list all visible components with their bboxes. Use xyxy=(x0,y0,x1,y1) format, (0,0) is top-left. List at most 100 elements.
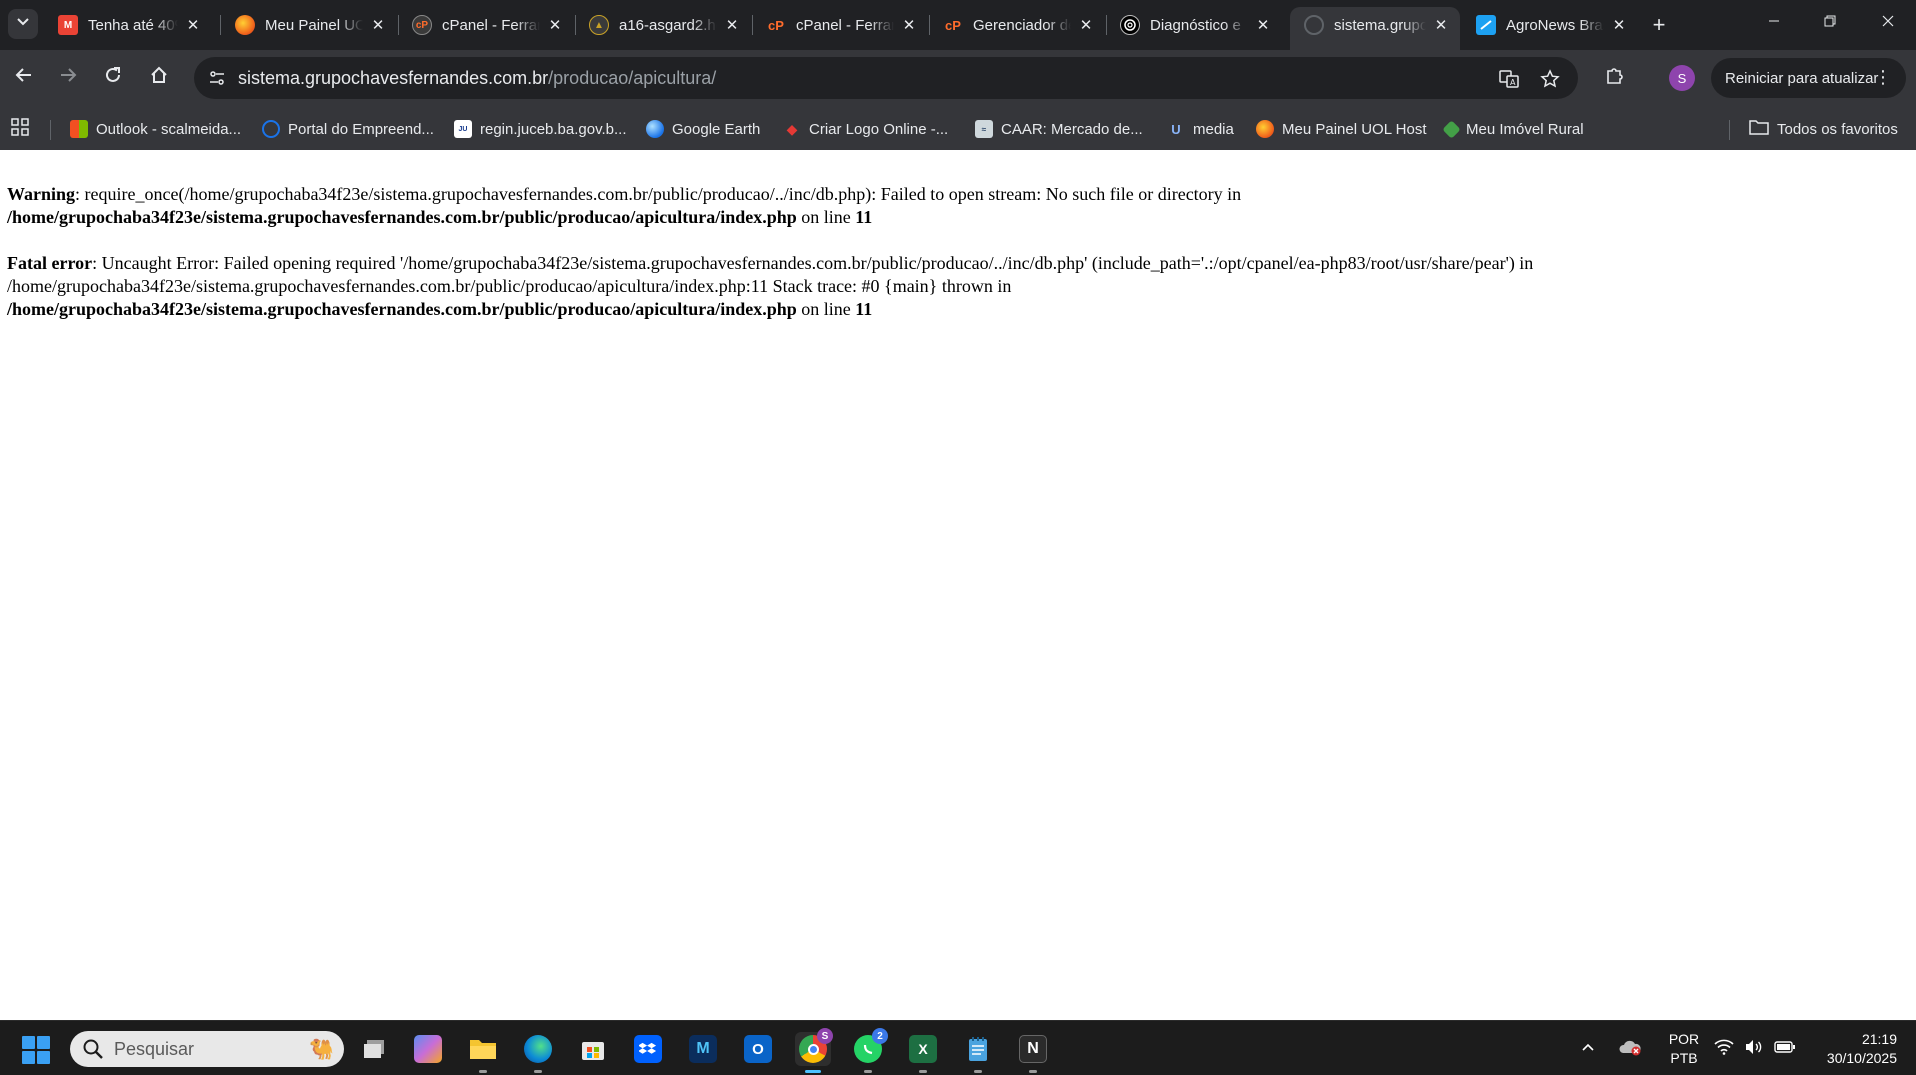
all-bookmarks-button[interactable]: Todos os favoritos xyxy=(1749,117,1898,141)
openai-icon xyxy=(1120,15,1140,35)
restart-to-update-button[interactable]: Reiniciar para atualizar ⋮ xyxy=(1711,58,1906,98)
bookmark-label: regin.juceb.ba.gov.b... xyxy=(480,120,627,138)
notion-button[interactable]: N xyxy=(1015,1032,1051,1073)
bookmark-label: Meu Painel UOL Host xyxy=(1282,120,1427,138)
close-icon[interactable]: ✕ xyxy=(369,16,387,34)
clock-date: 30/10/2025 xyxy=(1826,1050,1897,1066)
edge-button[interactable] xyxy=(520,1032,556,1073)
close-icon[interactable]: ✕ xyxy=(184,16,202,34)
bookmark-google-earth[interactable]: Google Earth xyxy=(646,117,760,141)
all-bookmarks-label: Todos os favoritos xyxy=(1777,120,1898,138)
close-icon[interactable]: ✕ xyxy=(1432,16,1450,34)
tab-cpanel-1[interactable]: cP cPanel - Ferramentas ✕ xyxy=(398,7,574,43)
bookmark-caar[interactable]: ≈ CAAR: Mercado de... xyxy=(975,117,1143,141)
on-line-text: on line xyxy=(796,299,856,319)
show-hidden-icons-button[interactable] xyxy=(1580,1021,1596,1075)
tab-uol[interactable]: Meu Painel UOL ✕ xyxy=(221,7,397,43)
tab-gmail[interactable]: M Tenha até 40% ✕ xyxy=(44,7,212,43)
network-button[interactable] xyxy=(1714,1021,1734,1075)
battery-button[interactable] xyxy=(1774,1021,1796,1075)
bookmark-portal-empreendedor[interactable]: Portal do Empreend... xyxy=(262,117,434,141)
profile-avatar[interactable]: S xyxy=(1669,65,1695,91)
search-highlight-icon: 🐫 xyxy=(309,1039,334,1061)
close-icon[interactable]: ✕ xyxy=(900,16,918,34)
close-icon[interactable]: ✕ xyxy=(546,16,564,34)
site-info-icon[interactable] xyxy=(204,65,230,91)
copilot-button[interactable] xyxy=(410,1032,446,1066)
tab-title: cPanel - Ferramentas xyxy=(796,16,894,34)
running-indicator xyxy=(919,1070,927,1073)
taskbar-search[interactable]: Pesquisar 🐫 xyxy=(70,1031,344,1067)
chrome-button[interactable]: S xyxy=(795,1028,833,1073)
bookmark-regin-juceb[interactable]: JU regin.juceb.ba.gov.b... xyxy=(454,117,626,141)
close-icon[interactable]: ✕ xyxy=(723,16,741,34)
onedrive-status[interactable] xyxy=(1618,1021,1642,1075)
fatal-label: Fatal error xyxy=(7,253,93,273)
tab-sistema-active[interactable]: sistema.grupochavesfernandes ✕ xyxy=(1290,7,1460,50)
file-explorer-button[interactable] xyxy=(465,1032,501,1073)
cpanel-icon: cP xyxy=(945,17,961,33)
reload-button[interactable] xyxy=(97,62,129,94)
notification-badge: 2 xyxy=(872,1028,888,1044)
close-icon[interactable]: ✕ xyxy=(1254,16,1272,34)
close-icon[interactable]: ✕ xyxy=(1610,16,1628,34)
running-indicator xyxy=(534,1070,542,1073)
close-icon[interactable]: ✕ xyxy=(1077,16,1095,34)
tab-file-manager[interactable]: cP Gerenciador de Arquivos ✕ xyxy=(929,7,1105,43)
app-m-icon: M xyxy=(689,1035,717,1063)
input-language-indicator[interactable]: POR PTB xyxy=(1664,1030,1704,1068)
home-button[interactable] xyxy=(143,62,175,94)
more-menu-icon[interactable]: ⋮ xyxy=(1874,67,1892,87)
warning-file: /home/grupochaba34f23e/sistema.grupochav… xyxy=(7,207,797,227)
tab-cpanel-2[interactable]: cP cPanel - Ferramentas ✕ xyxy=(752,7,928,43)
bookmark-star-icon[interactable] xyxy=(1537,66,1563,92)
bookmark-media[interactable]: U media xyxy=(1167,117,1234,141)
home-icon xyxy=(150,66,168,90)
task-view-icon xyxy=(360,1035,388,1063)
bookmark-criar-logo[interactable]: ◆ Criar Logo Online -... xyxy=(783,117,949,141)
url-text[interactable]: sistema.grupochavesfernandes.com.br/prod… xyxy=(238,68,716,89)
close-window-button[interactable] xyxy=(1860,0,1916,46)
minimize-button[interactable] xyxy=(1746,0,1802,46)
bookmark-outlook[interactable]: Outlook - scalmeida... xyxy=(70,117,241,141)
app-m-button[interactable]: M xyxy=(685,1032,721,1066)
extensions-button[interactable] xyxy=(1599,62,1631,94)
bookmark-separator xyxy=(50,120,51,140)
tab-title: cPanel - Ferramentas xyxy=(442,16,540,34)
forward-button[interactable] xyxy=(52,62,84,94)
translate-icon[interactable]: A xyxy=(1496,66,1522,92)
microsoft-store-button[interactable] xyxy=(575,1032,611,1066)
address-bar[interactable]: sistema.grupochavesfernandes.com.br/prod… xyxy=(194,57,1578,99)
windows-logo-icon xyxy=(22,1036,35,1049)
juceb-icon: JU xyxy=(454,120,472,138)
windows-taskbar: Pesquisar 🐫 M O S 2 X N POR PTB 21:19 30… xyxy=(0,1020,1916,1075)
whatsapp-button[interactable]: 2 xyxy=(850,1028,888,1073)
chrome-profile-badge: S xyxy=(817,1028,833,1044)
back-button[interactable] xyxy=(8,62,40,94)
restore-button[interactable] xyxy=(1802,0,1858,46)
apps-grid-icon xyxy=(11,118,29,140)
dropbox-icon xyxy=(634,1035,662,1063)
battery-icon xyxy=(1774,1040,1796,1057)
start-button[interactable] xyxy=(22,1036,50,1064)
dropbox-button[interactable] xyxy=(630,1032,666,1066)
tab-search-button[interactable] xyxy=(8,9,38,39)
tab-hostgator[interactable]: ▲ a16-asgard2.hostgator ✕ xyxy=(575,7,751,43)
bookmark-imovel-rural[interactable]: Meu Imóvel Rural xyxy=(1442,117,1584,141)
tab-diagnostico[interactable]: Diagnóstico e ✕ xyxy=(1106,7,1282,43)
system-clock[interactable]: 21:19 30/10/2025 xyxy=(1805,1030,1897,1068)
bookmark-label: Meu Imóvel Rural xyxy=(1466,120,1584,138)
task-view-button[interactable] xyxy=(356,1032,392,1066)
warning-line: 11 xyxy=(855,207,873,227)
new-tab-button[interactable]: + xyxy=(1644,10,1674,40)
bookmark-uol-host[interactable]: Meu Painel UOL Host xyxy=(1256,117,1427,141)
volume-button[interactable] xyxy=(1744,1021,1764,1075)
language-code: POR xyxy=(1668,1031,1700,1047)
excel-button[interactable]: X xyxy=(905,1032,941,1073)
notepad-button[interactable] xyxy=(960,1032,996,1073)
tab-agronews[interactable]: AgroNews Brasil ✕ xyxy=(1462,7,1638,43)
plus-icon: + xyxy=(1652,12,1666,37)
apps-button[interactable] xyxy=(11,117,29,141)
outlook-button[interactable]: O xyxy=(740,1032,776,1066)
chevron-up-icon xyxy=(1580,1039,1596,1058)
